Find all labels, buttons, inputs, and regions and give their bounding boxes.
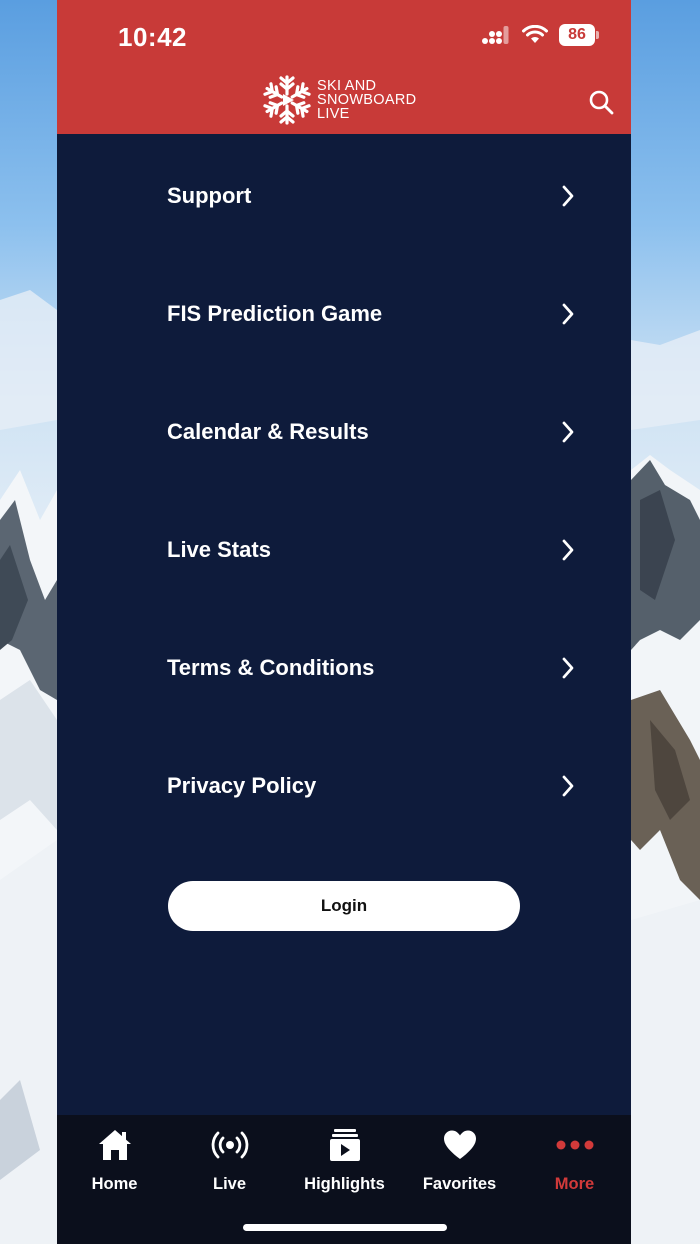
search-icon[interactable] xyxy=(587,88,615,116)
chevron-right-icon xyxy=(562,657,574,679)
video-stack-icon xyxy=(325,1125,365,1165)
tab-home[interactable]: Home xyxy=(57,1125,172,1205)
tab-more[interactable]: More xyxy=(517,1125,631,1205)
menu-item-live-stats[interactable]: Live Stats xyxy=(57,488,631,606)
chevron-right-icon xyxy=(562,303,574,325)
login-button[interactable]: Login xyxy=(168,881,520,931)
home-icon xyxy=(95,1125,135,1165)
app-logo: SKI AND SNOWBOARD LIVE xyxy=(261,74,416,126)
status-icons: 86 xyxy=(481,24,599,46)
tab-live[interactable]: Live xyxy=(172,1125,287,1205)
home-indicator xyxy=(243,1224,447,1231)
chevron-right-icon xyxy=(562,539,574,561)
tab-favorites[interactable]: Favorites xyxy=(402,1125,517,1205)
status-time: 10:42 xyxy=(118,22,187,52)
tab-highlights[interactable]: Highlights xyxy=(287,1125,402,1205)
heart-icon xyxy=(440,1125,480,1165)
logo-wordmark: SKI AND SNOWBOARD LIVE xyxy=(317,78,417,122)
tab-label: Highlights xyxy=(304,1175,385,1193)
menu-item-terms-conditions[interactable]: Terms & Conditions xyxy=(57,606,631,724)
menu-item-label: Calendar & Results xyxy=(167,419,369,444)
logo-line-1: SKI AND xyxy=(317,78,377,94)
chevron-right-icon xyxy=(562,775,574,797)
app-screen: 10:42 86 SKI AND SNOWBOARD LIVE Support … xyxy=(57,0,631,1244)
menu-item-label: Privacy Policy xyxy=(167,773,317,798)
tab-label: Favorites xyxy=(422,1175,497,1193)
menu-item-support[interactable]: Support xyxy=(57,134,631,252)
menu-item-label: FIS Prediction Game xyxy=(167,301,383,326)
menu-item-privacy-policy[interactable]: Privacy Policy xyxy=(57,724,631,842)
cellular-signal-icon xyxy=(482,26,509,44)
snowflake-play-icon xyxy=(262,75,312,125)
tab-label: More xyxy=(554,1175,595,1193)
wifi-icon xyxy=(522,25,548,43)
logo-line-2: SNOWBOARD xyxy=(317,92,417,108)
more-dots-icon xyxy=(555,1125,595,1165)
more-menu: Support FIS Prediction Game Calendar & R… xyxy=(57,134,631,842)
menu-item-label: Live Stats xyxy=(167,537,271,562)
menu-item-label: Support xyxy=(167,183,252,208)
logo-line-3: LIVE xyxy=(317,106,350,122)
menu-item-calendar-results[interactable]: Calendar & Results xyxy=(57,370,631,488)
header: 10:42 86 SKI AND SNOWBOARD LIVE xyxy=(57,0,631,134)
tab-label: Home xyxy=(91,1175,138,1193)
tab-label: Live xyxy=(212,1175,247,1193)
broadcast-icon xyxy=(210,1125,250,1165)
battery-icon: 86 xyxy=(559,24,599,46)
chevron-right-icon xyxy=(562,185,574,207)
battery-level: 86 xyxy=(568,26,586,43)
menu-item-fis-prediction-game[interactable]: FIS Prediction Game xyxy=(57,252,631,370)
menu-item-label: Terms & Conditions xyxy=(167,655,375,680)
chevron-right-icon xyxy=(562,421,574,443)
